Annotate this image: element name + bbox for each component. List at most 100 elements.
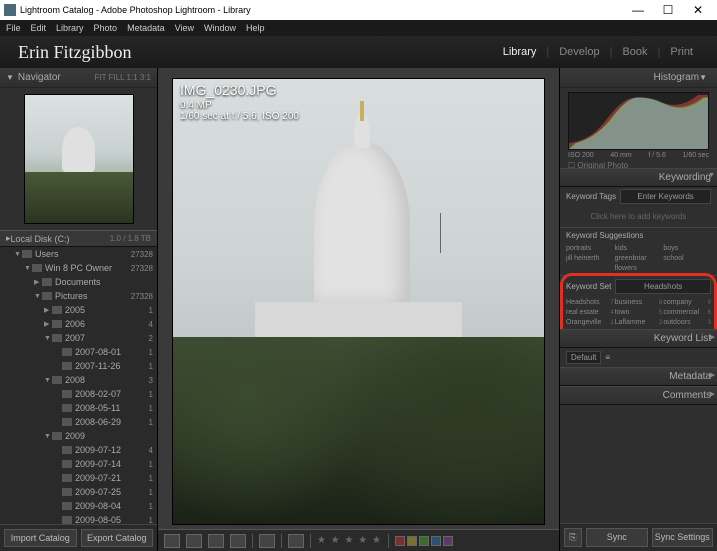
histogram-graph[interactable]	[568, 92, 709, 150]
folder-row[interactable]: 2008-02-071	[0, 387, 157, 401]
folder-row[interactable]: 2009-07-211	[0, 471, 157, 485]
sync-settings-button[interactable]: Sync Settings	[652, 528, 714, 547]
keyword-suggestion[interactable]: boys	[663, 244, 711, 253]
import-catalog-button[interactable]: Import Catalog	[4, 529, 77, 547]
keyword-suggestion[interactable]: flowers	[615, 264, 663, 273]
image-info-overlay: IMG_0230.JPG 0.4 MP 1/60 sec at f / 5.6,…	[180, 82, 299, 122]
folder-row[interactable]: 2009-07-251	[0, 485, 157, 499]
navigator-preview[interactable]	[0, 88, 157, 230]
keyword-set-item[interactable]: Orangeville1	[566, 318, 614, 327]
compare-view-button[interactable]	[208, 534, 224, 548]
color-yellow[interactable]	[407, 536, 417, 546]
navigator-modes[interactable]: FIT FILL 1:1 3:1	[95, 73, 151, 82]
keyword-set-item[interactable]: town5	[615, 308, 663, 317]
navigator-header[interactable]: ▼ Navigator FIT FILL 1:1 3:1	[0, 68, 157, 88]
module-book[interactable]: Book	[616, 46, 653, 58]
disclosure-icon: ▼	[699, 73, 707, 82]
keyword-set-item[interactable]: Laflamme2	[615, 318, 663, 327]
histogram-title: Histogram	[654, 72, 700, 83]
keyword-tags-mode[interactable]: Enter Keywords	[620, 189, 711, 204]
keyword-suggestion[interactable]	[663, 264, 711, 273]
menu-help[interactable]: Help	[246, 23, 265, 33]
keywording-header[interactable]: Keywording▼	[560, 168, 717, 187]
color-labels	[395, 536, 453, 546]
folder-row[interactable]: 2009-07-124	[0, 443, 157, 457]
module-develop[interactable]: Develop	[553, 46, 605, 58]
keyword-suggestion[interactable]: school	[663, 254, 711, 263]
folder-row[interactable]: ▼2009	[0, 429, 157, 443]
folder-row[interactable]: 2008-05-111	[0, 401, 157, 415]
keyword-set-item[interactable]: Headshots7	[566, 298, 614, 307]
comments-header[interactable]: Comments▶	[560, 386, 717, 405]
folder-row[interactable]: ▼20083	[0, 373, 157, 387]
folder-row[interactable]: ▶20064	[0, 317, 157, 331]
keyword-suggestion[interactable]: jill heinerth	[566, 254, 614, 263]
window-title: Lightroom Catalog - Adobe Photoshop Ligh…	[20, 5, 251, 15]
folder-row[interactable]: 2007-11-261	[0, 359, 157, 373]
keyword-suggestion[interactable]	[566, 264, 614, 273]
keyword-suggestion[interactable]: greenbriar	[615, 254, 663, 263]
image-area[interactable]: IMG_0230.JPG 0.4 MP 1/60 sec at f / 5.6,…	[158, 68, 559, 529]
folder-row[interactable]: ▶20051	[0, 303, 157, 317]
sort-button[interactable]	[288, 534, 304, 548]
menu-file[interactable]: File	[6, 23, 21, 33]
menu-edit[interactable]: Edit	[31, 23, 47, 33]
folder-row[interactable]: ▼20072	[0, 331, 157, 345]
drive-header[interactable]: ▸ Local Disk (C:) 1.0 / 1.8 TB	[0, 230, 157, 247]
loupe-toolbar: ★ ★ ★ ★ ★	[158, 529, 559, 551]
app-icon	[4, 4, 16, 16]
keyword-set-item[interactable]: business8	[615, 298, 663, 307]
menu-view[interactable]: View	[175, 23, 194, 33]
folder-row[interactable]: 2009-08-041	[0, 499, 157, 513]
sync-button[interactable]: Sync	[586, 528, 648, 547]
rating-stars[interactable]: ★ ★ ★ ★ ★	[317, 535, 382, 546]
keyword-set-item[interactable]: company9	[663, 298, 711, 307]
main-photo	[172, 78, 545, 525]
menu-bar: File Edit Library Photo Metadata View Wi…	[0, 20, 717, 36]
color-blue[interactable]	[431, 536, 441, 546]
metadata-preset-dropdown[interactable]: Default	[566, 351, 601, 364]
keyword-set-item[interactable]: commercial6	[663, 308, 711, 317]
folder-row[interactable]: ▼Win 8 PC Owner27328	[0, 261, 157, 275]
histogram-labels: ISO 200 40 mm f / 5.6 1/60 sec	[568, 152, 709, 159]
folder-row[interactable]: 2008-06-291	[0, 415, 157, 429]
folder-row[interactable]: 2009-07-141	[0, 457, 157, 471]
keyword-set-item[interactable]: outdoors3	[663, 318, 711, 327]
grid-view-button[interactable]	[164, 534, 180, 548]
menu-window[interactable]: Window	[204, 23, 236, 33]
keyword-set-section: Keyword Set Headshots Headshots7business…	[560, 275, 717, 329]
sync-toggle-button[interactable]: ⎘	[564, 528, 582, 547]
folder-row[interactable]: ▶Documents	[0, 275, 157, 289]
folder-row[interactable]: ▼Users27328	[0, 247, 157, 261]
folder-row[interactable]: ▼Pictures27328	[0, 289, 157, 303]
painter-tool-button[interactable]	[259, 534, 275, 548]
keyword-set-dropdown[interactable]: Headshots	[615, 279, 711, 294]
keyword-set-item[interactable]: real estate4	[566, 308, 614, 317]
export-catalog-button[interactable]: Export Catalog	[81, 529, 154, 547]
module-library[interactable]: Library	[497, 46, 543, 58]
keyword-entry-field[interactable]: Click here to add keywords	[560, 206, 717, 227]
window-titlebar: Lightroom Catalog - Adobe Photoshop Ligh…	[0, 0, 717, 20]
keyword-list-header[interactable]: Keyword List▶	[560, 329, 717, 348]
color-purple[interactable]	[443, 536, 453, 546]
left-panel: ▼ Navigator FIT FILL 1:1 3:1 ▸ Local Dis…	[0, 68, 158, 551]
menu-metadata[interactable]: Metadata	[127, 23, 165, 33]
metadata-header[interactable]: Metadata▶	[560, 367, 717, 386]
maximize-button[interactable]: ☐	[653, 3, 683, 17]
color-red[interactable]	[395, 536, 405, 546]
minimize-button[interactable]: —	[623, 3, 653, 17]
navigator-title: Navigator	[18, 72, 61, 83]
loupe-view-button[interactable]	[186, 534, 202, 548]
histogram-header[interactable]: Histogram ▼	[560, 68, 717, 88]
menu-photo[interactable]: Photo	[94, 23, 118, 33]
keyword-suggestion[interactable]: kids	[615, 244, 663, 253]
image-megapixels: 0.4 MP	[180, 100, 299, 111]
survey-view-button[interactable]	[230, 534, 246, 548]
close-button[interactable]: ✕	[683, 3, 713, 17]
color-green[interactable]	[419, 536, 429, 546]
module-print[interactable]: Print	[664, 46, 699, 58]
folder-row[interactable]: 2007-08-011	[0, 345, 157, 359]
keyword-suggestion[interactable]: portraits	[566, 244, 614, 253]
folder-row[interactable]: 2009-08-051	[0, 513, 157, 524]
menu-library[interactable]: Library	[56, 23, 84, 33]
